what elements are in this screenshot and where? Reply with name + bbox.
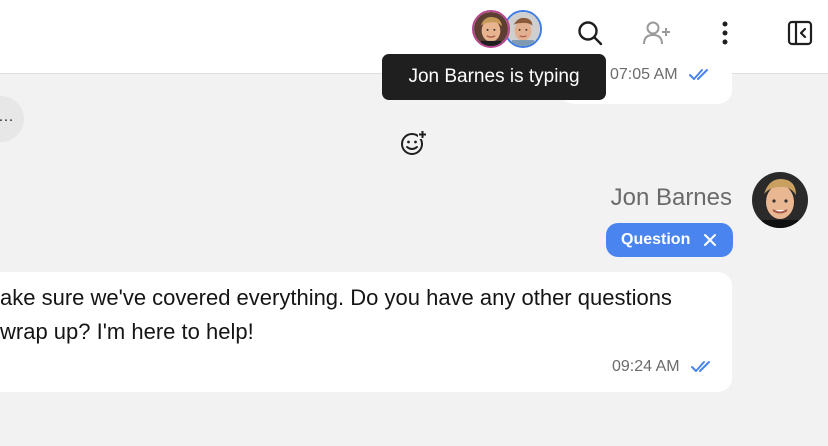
message-time: 09:24 AM (612, 358, 680, 375)
sender-name: Jon Barnes (610, 184, 732, 211)
more-vertical-icon (722, 21, 728, 45)
sender-avatar[interactable] (752, 172, 808, 228)
chip-glyph: … (0, 108, 14, 126)
close-icon[interactable] (703, 233, 717, 247)
avatar-jon-image (752, 172, 808, 228)
avatar-2-image (506, 12, 540, 46)
previous-message-time: 07:05 AM (610, 66, 678, 83)
tag-label: Question (621, 231, 691, 248)
add-user-button[interactable] (641, 17, 673, 49)
avatar-jon-image (474, 12, 508, 46)
typing-tooltip: Jon Barnes is typing (382, 54, 606, 100)
left-message-chip[interactable]: … (0, 96, 24, 142)
add-reaction-icon[interactable] (398, 128, 428, 158)
search-button[interactable] (574, 17, 606, 49)
message-text-line-2: wrap up? I'm here to help! (0, 319, 254, 344)
collapse-panel-icon (787, 20, 813, 46)
message-text-line-1: ake sure we've covered everything. Do yo… (0, 285, 672, 310)
participant-avatar-jon[interactable] (472, 10, 510, 48)
more-options-button[interactable] (709, 17, 741, 49)
collapse-panel-button[interactable] (784, 17, 816, 49)
read-receipt-icon (689, 69, 708, 80)
search-icon (578, 21, 603, 46)
question-tag[interactable]: Question (606, 223, 733, 257)
read-receipt-icon (691, 361, 710, 372)
participants-stack[interactable] (472, 10, 546, 54)
add-user-icon (643, 21, 670, 45)
